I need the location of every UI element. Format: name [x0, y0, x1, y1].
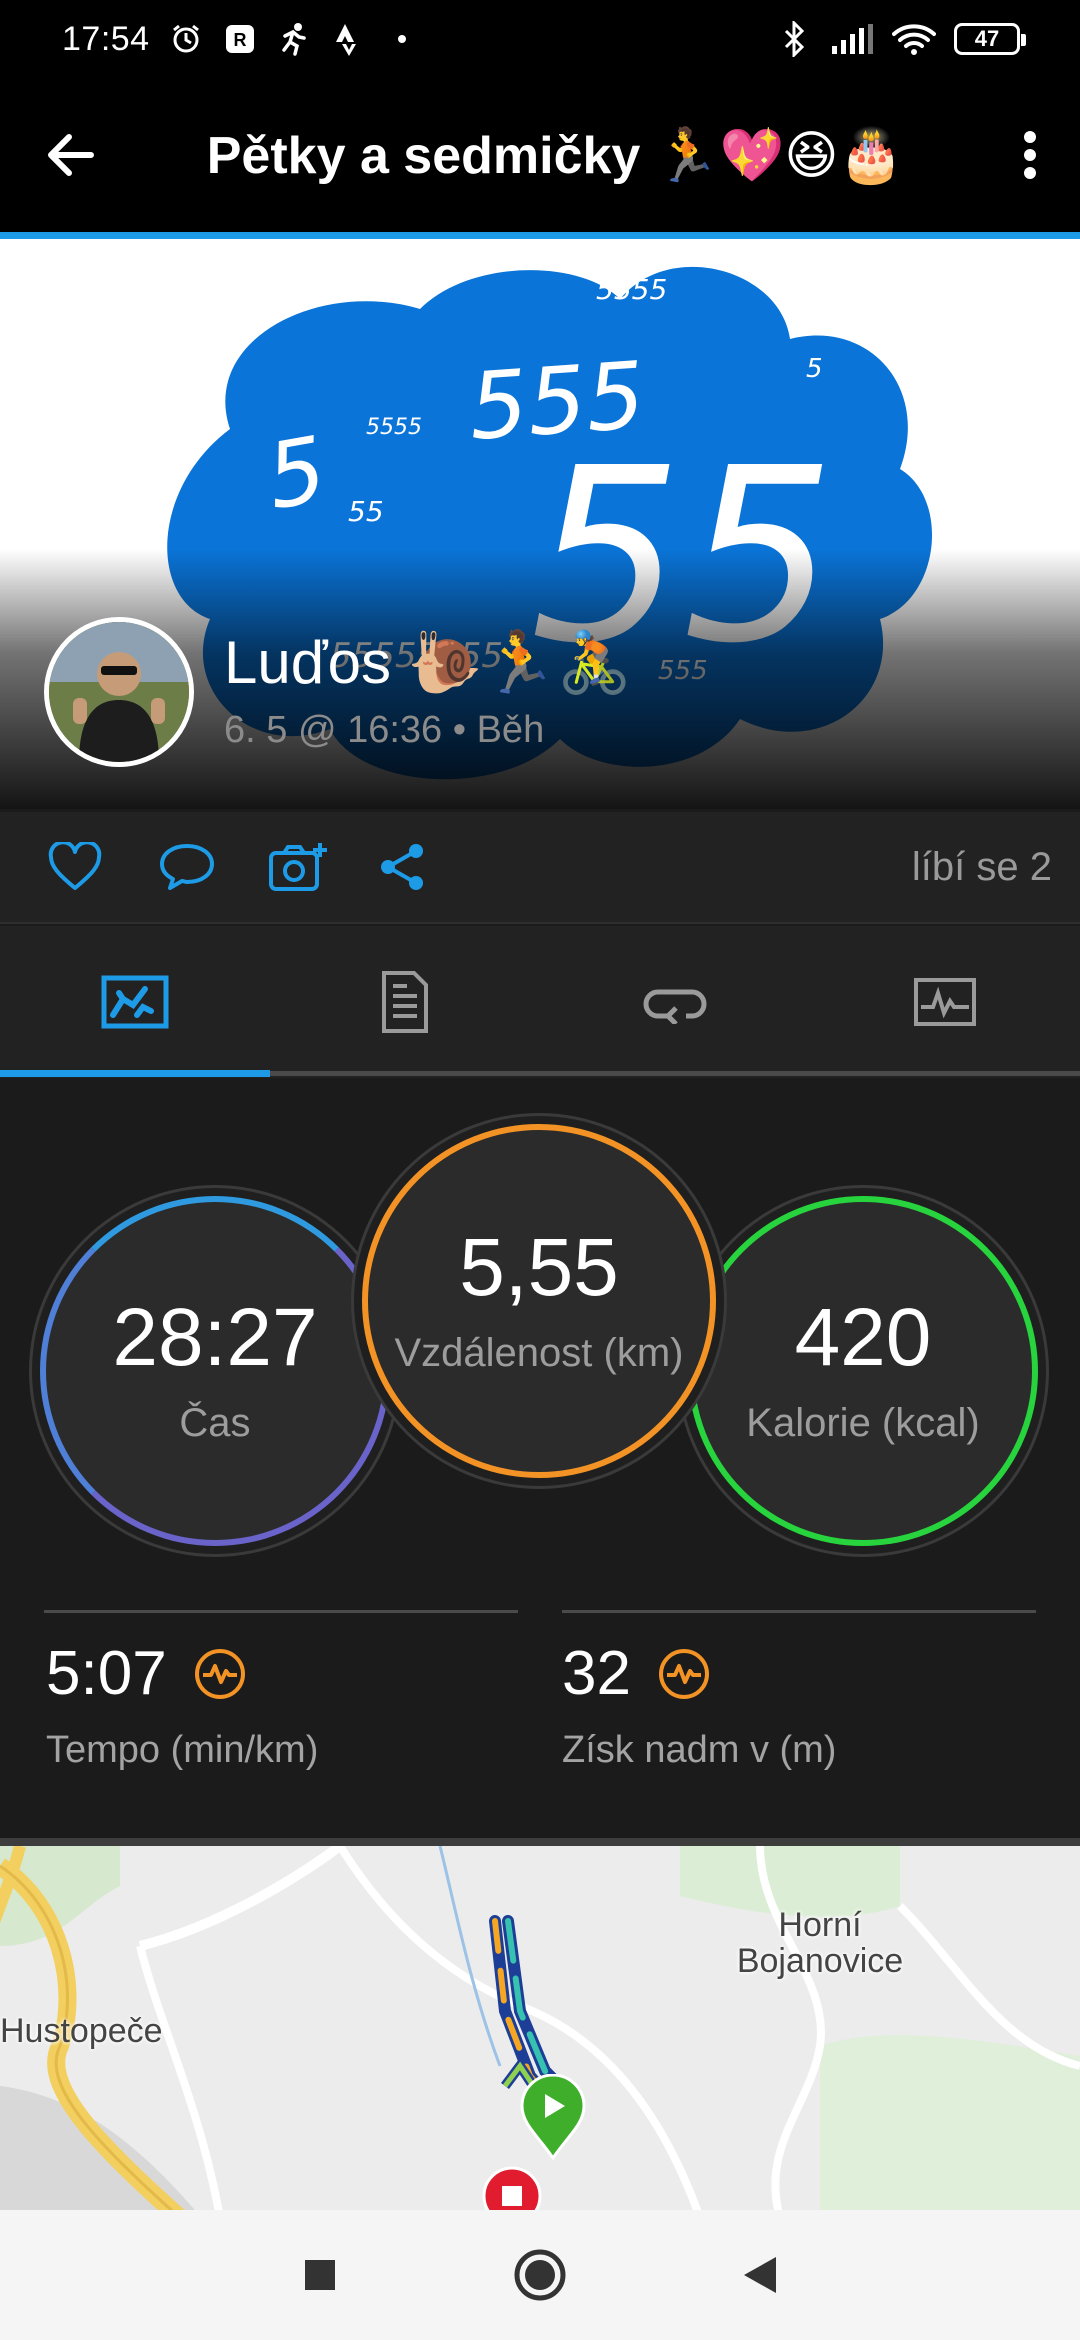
add-photo-button[interactable]: [268, 827, 378, 907]
route-map[interactable]: Horní Bojanovice Hustopeče: [0, 1838, 1080, 2210]
more-options-button[interactable]: [980, 78, 1080, 232]
stats-panel: 28:27 Čas 420 Kalorie (kcal) 5,55 Vzdále…: [0, 1078, 1080, 1838]
action-row: líbí se 2: [0, 812, 1080, 924]
time-label: Čas: [179, 1400, 251, 1445]
pace-label: Tempo (min/km): [46, 1729, 319, 1771]
app-bar-accent-line: [0, 232, 1080, 239]
tab-laps[interactable]: [540, 926, 810, 1078]
share-icon: [381, 844, 423, 890]
comment-button[interactable]: [158, 827, 268, 907]
avatar[interactable]: [44, 617, 194, 767]
app-bar: Pětky a sedmičky 🏃💖😆🎂: [0, 78, 1080, 232]
pace-metric: 5:07 Tempo (min/km): [46, 1638, 318, 1772]
distance-stat-circle: 5,55 Vzdálenost (km): [362, 1124, 716, 1478]
back-button[interactable]: [0, 78, 140, 232]
tab-charts[interactable]: [810, 926, 1080, 1078]
activity-meta: 6. 5 @ 16:36 • Běh: [224, 709, 545, 751]
cloud-number: 5555: [596, 273, 667, 306]
tab-details[interactable]: [270, 926, 540, 1078]
status-time: 17:54: [62, 19, 150, 58]
system-nav-bar: [0, 2210, 1080, 2340]
activity-cover-image: 5555 5555 555 5 5 55 55 55555555 555 Luď…: [0, 239, 1080, 809]
svg-text:R: R: [233, 30, 246, 50]
map-label-hustopece: Hustopeče: [0, 2012, 163, 2050]
calories-stat-circle: 420 Kalorie (kcal): [688, 1196, 1038, 1546]
cloud-number: 55: [348, 495, 384, 528]
overview-icon: [101, 975, 169, 1029]
elevation-metric: 32 Získ nadm v (m): [562, 1638, 836, 1772]
circle-icon: [514, 2249, 566, 2301]
like-button[interactable]: [48, 827, 158, 907]
signal-icon: [830, 21, 874, 57]
heart-icon: [48, 842, 102, 890]
elevation-label: Získ nadm v (m): [562, 1729, 837, 1771]
running-icon: [276, 21, 312, 57]
arrow-left-icon: [48, 134, 94, 176]
add-photo-icon: [269, 843, 327, 891]
tab-active-indicator: [0, 1070, 270, 1077]
time-stat-circle: 28:27 Čas: [40, 1196, 390, 1546]
battery-icon: 47: [954, 23, 1026, 55]
calories-label: Kalorie (kcal): [746, 1400, 980, 1445]
calories-value: 420: [794, 1291, 932, 1383]
user-name[interactable]: Luďos 🐌🏃🚴: [224, 627, 632, 698]
map-label-horni-bojanovice: Horní Bojanovice: [736, 1906, 904, 1980]
page-title: Pětky a sedmičky 🏃💖😆🎂: [206, 126, 904, 185]
wifi-icon: [892, 21, 936, 57]
distance-label: Vzdálenost (km): [394, 1330, 684, 1375]
finish-marker-icon[interactable]: [480, 2164, 544, 2210]
bluetooth-icon: [776, 21, 812, 57]
details-icon: [382, 971, 428, 1033]
elevation-value: 32: [562, 1639, 631, 1708]
dot-icon: [384, 21, 420, 57]
comment-icon: [160, 844, 214, 890]
square-icon: [305, 2260, 335, 2290]
triangle-back-icon: [744, 2257, 776, 2293]
tab-overview[interactable]: [0, 926, 270, 1078]
app-icon: R: [222, 21, 258, 57]
status-bar: 17:54 R 47: [0, 0, 1080, 78]
time-value: 28:27: [112, 1291, 318, 1383]
charts-icon: [914, 978, 976, 1026]
cloud-number: 5555: [366, 415, 422, 440]
heart-rate-icon: [194, 1648, 245, 1699]
recents-button[interactable]: [285, 2240, 355, 2310]
back-nav-button[interactable]: [725, 2240, 795, 2310]
laps-icon: [643, 989, 707, 1024]
tab-bar: [0, 926, 1080, 1078]
app-root: 17:54 R 47 Pětky a sedmičky 🏃💖😆🎂 5555 55…: [0, 0, 1080, 2340]
likes-count[interactable]: líbí se 2: [912, 845, 1052, 890]
divider-right: [562, 1610, 1036, 1613]
cloud-number: 5: [806, 354, 823, 384]
heart-rate-icon: [658, 1648, 709, 1699]
alarm-icon: [168, 21, 204, 57]
start-marker-icon[interactable]: [518, 2074, 588, 2160]
strava-icon: [330, 21, 366, 57]
pace-value: 5:07: [46, 1639, 167, 1708]
home-button[interactable]: [505, 2240, 575, 2310]
distance-value: 5,55: [459, 1221, 619, 1313]
divider-left: [44, 1610, 518, 1613]
share-button[interactable]: [378, 827, 488, 907]
battery-level: 47: [974, 26, 1000, 51]
more-vertical-icon: [1024, 131, 1036, 179]
